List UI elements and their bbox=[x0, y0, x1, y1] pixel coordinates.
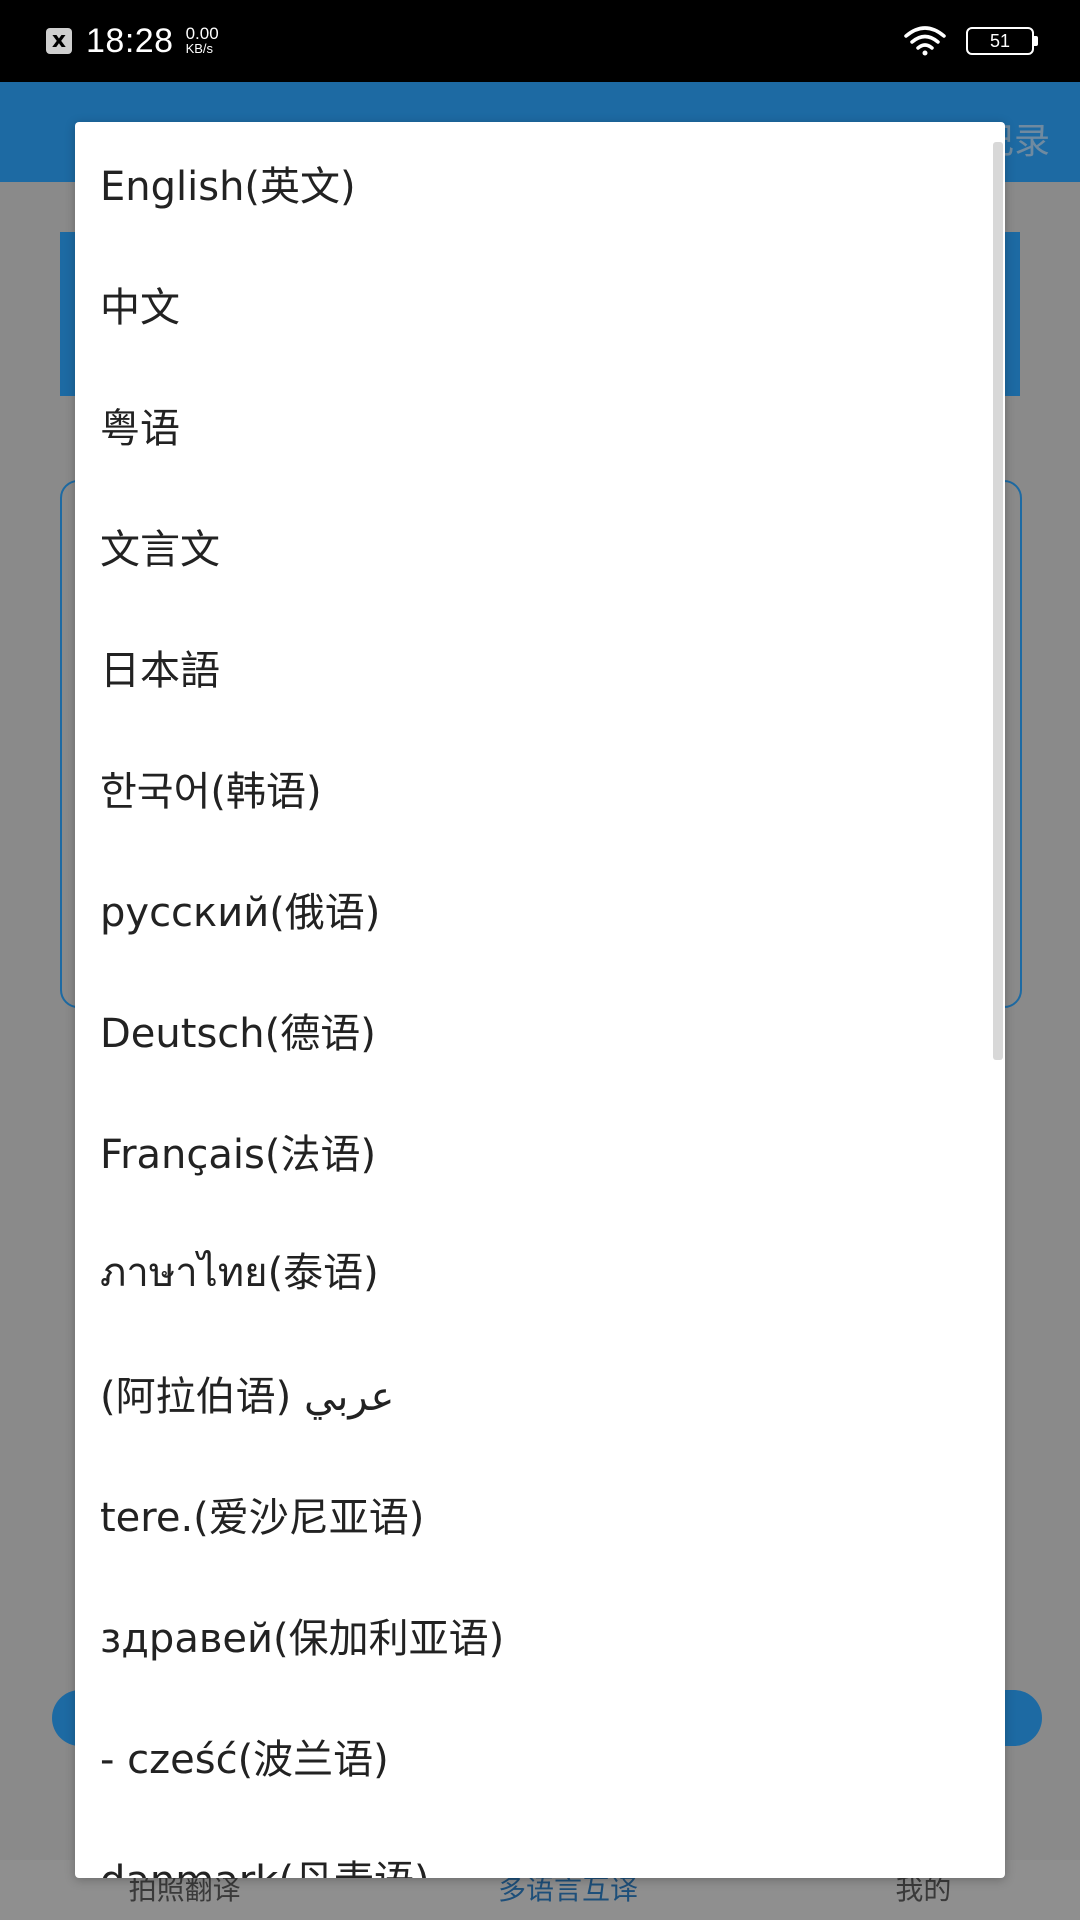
battery-level: 51 bbox=[989, 30, 1011, 51]
status-right: 51 bbox=[904, 0, 1038, 82]
network-speed-value: 0.00 bbox=[185, 24, 219, 43]
language-option[interactable]: Français(法语) bbox=[75, 1090, 990, 1211]
network-speed-unit: KB/s bbox=[185, 41, 214, 56]
language-option[interactable]: 日本語 bbox=[75, 606, 990, 727]
language-dropdown: English(英文) 中文 粤语 文言文 日本語 한국어(韩语) русски… bbox=[75, 122, 1005, 1878]
status-time: 18:28 bbox=[86, 21, 174, 60]
language-option[interactable]: (阿拉伯语) عربي bbox=[75, 1332, 990, 1453]
battery-icon: 51 bbox=[966, 27, 1038, 55]
language-option[interactable]: ภาษาไทย(泰语) bbox=[75, 1211, 990, 1332]
language-option[interactable]: 文言文 bbox=[75, 485, 990, 606]
notification-close-icon: x bbox=[46, 28, 72, 54]
language-option[interactable]: 粤语 bbox=[75, 364, 990, 485]
language-option[interactable]: здравей(保加利亚语) bbox=[75, 1574, 990, 1695]
language-option[interactable]: danmark(丹麦语) bbox=[75, 1816, 990, 1879]
status-left: x 18:28 0.00 KB/s bbox=[46, 22, 219, 61]
language-option[interactable]: English(英文) bbox=[75, 122, 990, 243]
language-option[interactable]: 한국어(韩语) bbox=[75, 727, 990, 848]
network-speed: 0.00 KB/s bbox=[185, 24, 219, 56]
dropdown-scrollbar[interactable] bbox=[993, 142, 1003, 1060]
language-option[interactable]: Deutsch(德语) bbox=[75, 969, 990, 1090]
language-option[interactable]: - cześć(波兰语) bbox=[75, 1695, 990, 1816]
language-option[interactable]: 中文 bbox=[75, 243, 990, 364]
status-bar: x 18:28 0.00 KB/s 51 bbox=[0, 0, 1080, 82]
language-option[interactable]: русский(俄语) bbox=[75, 848, 990, 969]
wifi-icon bbox=[904, 26, 946, 56]
language-option[interactable]: tere.(爱沙尼亚语) bbox=[75, 1453, 990, 1574]
